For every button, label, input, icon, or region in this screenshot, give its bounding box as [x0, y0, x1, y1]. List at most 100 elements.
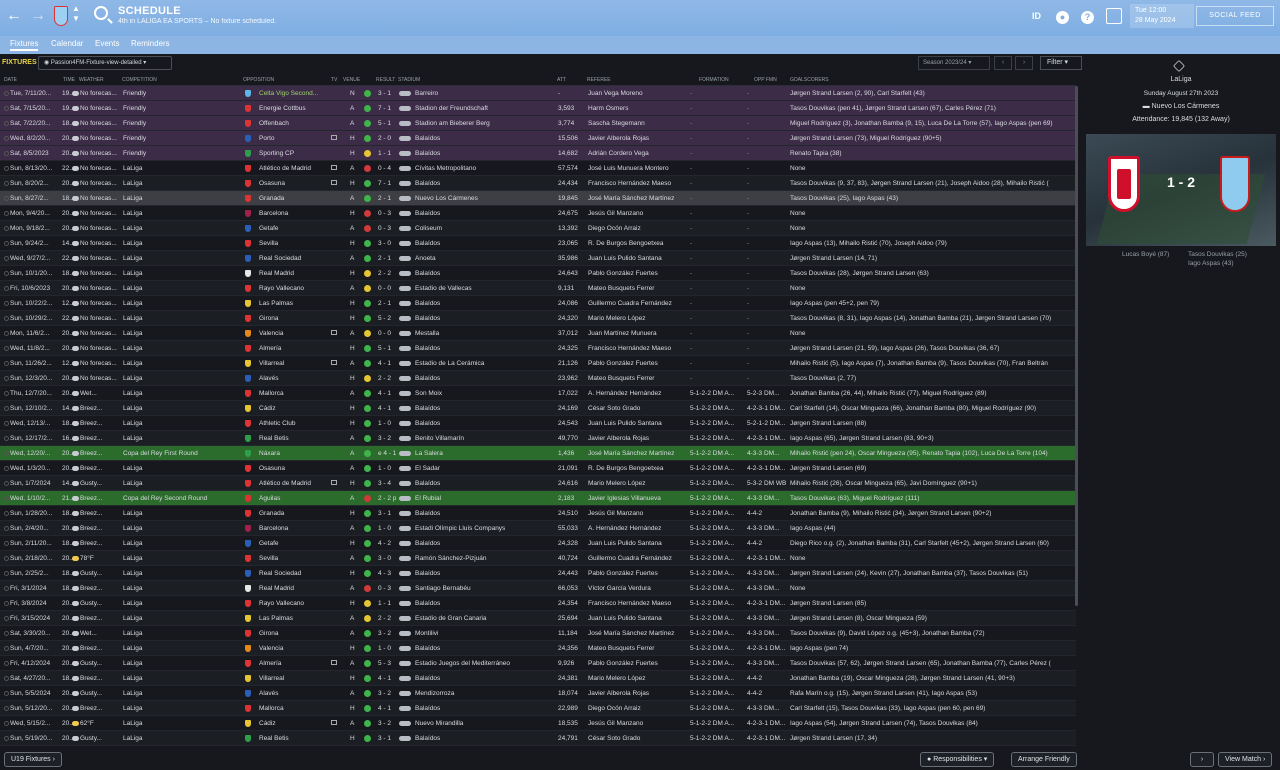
cell-stadium[interactable]: Balaídos: [415, 210, 555, 217]
col-stadium[interactable]: STADIUM: [398, 77, 420, 83]
cell-comp[interactable]: LaLiga: [123, 165, 241, 172]
cell-stadium[interactable]: Benito Villamarín: [415, 435, 555, 442]
cell-stadium[interactable]: Estadio de Vallecas: [415, 285, 555, 292]
table-row[interactable]: Wed, 1/10/2... 21... Breez... Copa del Rey …: [0, 491, 1076, 506]
table-row[interactable]: Tue, 7/11/20... 19... No forecas... Friendl…: [0, 86, 1076, 101]
table-row[interactable]: Mon, 9/18/2... 20... No forecas... LaLiga Ge…: [0, 221, 1076, 236]
cell-stadium[interactable]: Balaídos: [415, 480, 555, 487]
cell-ref[interactable]: Mario Melero López: [588, 315, 694, 322]
club-crest-icon[interactable]: [54, 6, 68, 26]
cell-opp[interactable]: Celta Vigo Second...: [259, 90, 329, 97]
col-referee[interactable]: REFEREE: [587, 77, 611, 83]
table-row[interactable]: Sun, 1/7/2024 14... Gusty... LaLiga Atlético…: [0, 476, 1076, 491]
col-att[interactable]: ATT: [557, 77, 566, 83]
filter-button[interactable]: Filter ▾: [1040, 56, 1082, 70]
cell-opp[interactable]: Alavés: [259, 375, 329, 382]
cell-opp[interactable]: Villarreal: [259, 360, 329, 367]
cell-opp[interactable]: Alavés: [259, 690, 329, 697]
cell-stadium[interactable]: Balaídos: [415, 375, 555, 382]
col-opposition[interactable]: OPPOSITION: [243, 77, 274, 83]
table-row[interactable]: Fri, 4/12/2024 20... Gusty... LaLiga Almería…: [0, 656, 1076, 671]
col-time[interactable]: TIME: [63, 77, 75, 83]
cell-ref[interactable]: Juan Martínez Munuera: [588, 330, 694, 337]
col-tv[interactable]: TV: [331, 77, 337, 83]
cell-ref[interactable]: R. De Burgos Bengoetxea: [588, 465, 694, 472]
help-icon[interactable]: ?: [1081, 11, 1094, 24]
cell-comp[interactable]: LaLiga: [123, 195, 241, 202]
forward-arrow-icon[interactable]: →: [30, 7, 46, 25]
cell-stadium[interactable]: Mendizorroza: [415, 690, 555, 697]
cell-comp[interactable]: LaLiga: [123, 720, 241, 727]
cell-comp[interactable]: LaLiga: [123, 390, 241, 397]
cell-stadium[interactable]: El Sadar: [415, 465, 555, 472]
back-arrow-icon[interactable]: ←: [6, 7, 22, 25]
cell-ref[interactable]: Pablo González Fuertes: [588, 660, 694, 667]
col-date[interactable]: DATE: [4, 77, 17, 83]
cell-stadium[interactable]: Balaídos: [415, 645, 555, 652]
cell-stadium[interactable]: Nuevo Mirandilla: [415, 720, 555, 727]
cell-ref[interactable]: Pablo González Fuertes: [588, 270, 694, 277]
table-row[interactable]: Fri, 3/8/2024 20... Gusty... LaLiga Rayo Val…: [0, 596, 1076, 611]
cell-stadium[interactable]: Balaídos: [415, 345, 555, 352]
table-row[interactable]: Sat, 7/15/20... 19... No forecas... Friendl…: [0, 101, 1076, 116]
cell-opp[interactable]: Granada: [259, 510, 329, 517]
cell-ref[interactable]: Víctor García Verdura: [588, 585, 694, 592]
table-row[interactable]: Sun, 10/29/2... 22... No forecas... LaLiga G…: [0, 311, 1076, 326]
table-row[interactable]: Sun, 8/13/20... 22... No forecas... LaLiga A…: [0, 161, 1076, 176]
cell-opp[interactable]: Cádiz: [259, 720, 329, 727]
cell-opp[interactable]: Energie Cottbus: [259, 105, 329, 112]
cell-ref[interactable]: Sascha Stegemann: [588, 120, 694, 127]
cell-opp[interactable]: Osasuna: [259, 180, 329, 187]
col-weather[interactable]: WEATHER: [79, 77, 104, 83]
cell-comp[interactable]: LaLiga: [123, 555, 241, 562]
cell-stadium[interactable]: Estadi Olímpic Lluís Companys: [415, 525, 555, 532]
cell-opp[interactable]: Real Madrid: [259, 270, 329, 277]
table-row[interactable]: Sun, 5/19/20... 20... Gusty... LaLiga Real B…: [0, 731, 1076, 746]
cell-opp[interactable]: Rayo Vallecano: [259, 600, 329, 607]
cell-ref[interactable]: Jesús Gil Manzano: [588, 720, 694, 727]
cell-comp[interactable]: LaLiga: [123, 345, 241, 352]
cell-ref[interactable]: Javier Alberola Rojas: [588, 135, 694, 142]
cell-opp[interactable]: Mallorca: [259, 390, 329, 397]
cell-stadium[interactable]: Barreiro: [415, 90, 555, 97]
cell-stadium[interactable]: Stadion der Freundschaft: [415, 105, 555, 112]
table-row[interactable]: Sun, 1/28/20... 18... Breez... LaLiga Granad…: [0, 506, 1076, 521]
cell-stadium[interactable]: Balaídos: [415, 570, 555, 577]
globe-icon[interactable]: ●: [1056, 11, 1069, 24]
cell-comp[interactable]: LaLiga: [123, 375, 241, 382]
cell-opp[interactable]: Águilas: [259, 495, 329, 502]
cell-ref[interactable]: Mateo Busquets Ferrer: [588, 645, 694, 652]
table-row[interactable]: Sun, 8/20/2... 20... No forecas... LaLiga Os…: [0, 176, 1076, 191]
cell-comp[interactable]: Friendly: [123, 135, 241, 142]
cell-ref[interactable]: Juan Vega Moreno: [588, 90, 694, 97]
table-row[interactable]: Fri, 3/15/2024 20... Breez... LaLiga Las Pal…: [0, 611, 1076, 626]
table-row[interactable]: Sat, 3/30/20... 20... Wet... LaLiga Girona A 3…: [0, 626, 1076, 641]
id-button[interactable]: ID: [1032, 11, 1041, 21]
cell-stadium[interactable]: Estadio de La Cerámica: [415, 360, 555, 367]
cell-stadium[interactable]: Estadio Juegos del Mediterráneo: [415, 660, 555, 667]
cell-ref[interactable]: Juan Luis Pulido Santana: [588, 255, 694, 262]
cell-ref[interactable]: Jesús Gil Manzano: [588, 210, 694, 217]
cell-opp[interactable]: Villarreal: [259, 675, 329, 682]
tab-fixtures[interactable]: Fixtures: [10, 39, 39, 51]
table-row[interactable]: Sun, 2/4/20... 20... Breez... LaLiga Barcelo…: [0, 521, 1076, 536]
cell-stadium[interactable]: Anoeta: [415, 255, 555, 262]
cell-ref[interactable]: César Soto Grado: [588, 405, 694, 412]
cell-comp[interactable]: Friendly: [123, 120, 241, 127]
cell-stadium[interactable]: Balaídos: [415, 510, 555, 517]
cell-comp[interactable]: LaLiga: [123, 300, 241, 307]
cell-comp[interactable]: LaLiga: [123, 510, 241, 517]
cell-comp[interactable]: LaLiga: [123, 270, 241, 277]
cell-stadium[interactable]: Balaídos: [415, 270, 555, 277]
cell-opp[interactable]: Granada: [259, 195, 329, 202]
cell-ref[interactable]: Jesús Gil Manzano: [588, 510, 694, 517]
table-row[interactable]: Sun, 2/11/20... 18... Breez... LaLiga Getafe…: [0, 536, 1076, 551]
cell-stadium[interactable]: Balaídos: [415, 405, 555, 412]
cell-ref[interactable]: Francisco Hernández Maeso: [588, 600, 694, 607]
cell-comp[interactable]: LaLiga: [123, 210, 241, 217]
cell-opp[interactable]: Almería: [259, 660, 329, 667]
cell-ref[interactable]: Juan Luis Pulido Santana: [588, 540, 694, 547]
cell-stadium[interactable]: Balaídos: [415, 675, 555, 682]
table-row[interactable]: Sat, 4/27/20... 18... Breez... LaLiga Villar…: [0, 671, 1076, 686]
next-season-icon[interactable]: ›: [1015, 56, 1033, 70]
